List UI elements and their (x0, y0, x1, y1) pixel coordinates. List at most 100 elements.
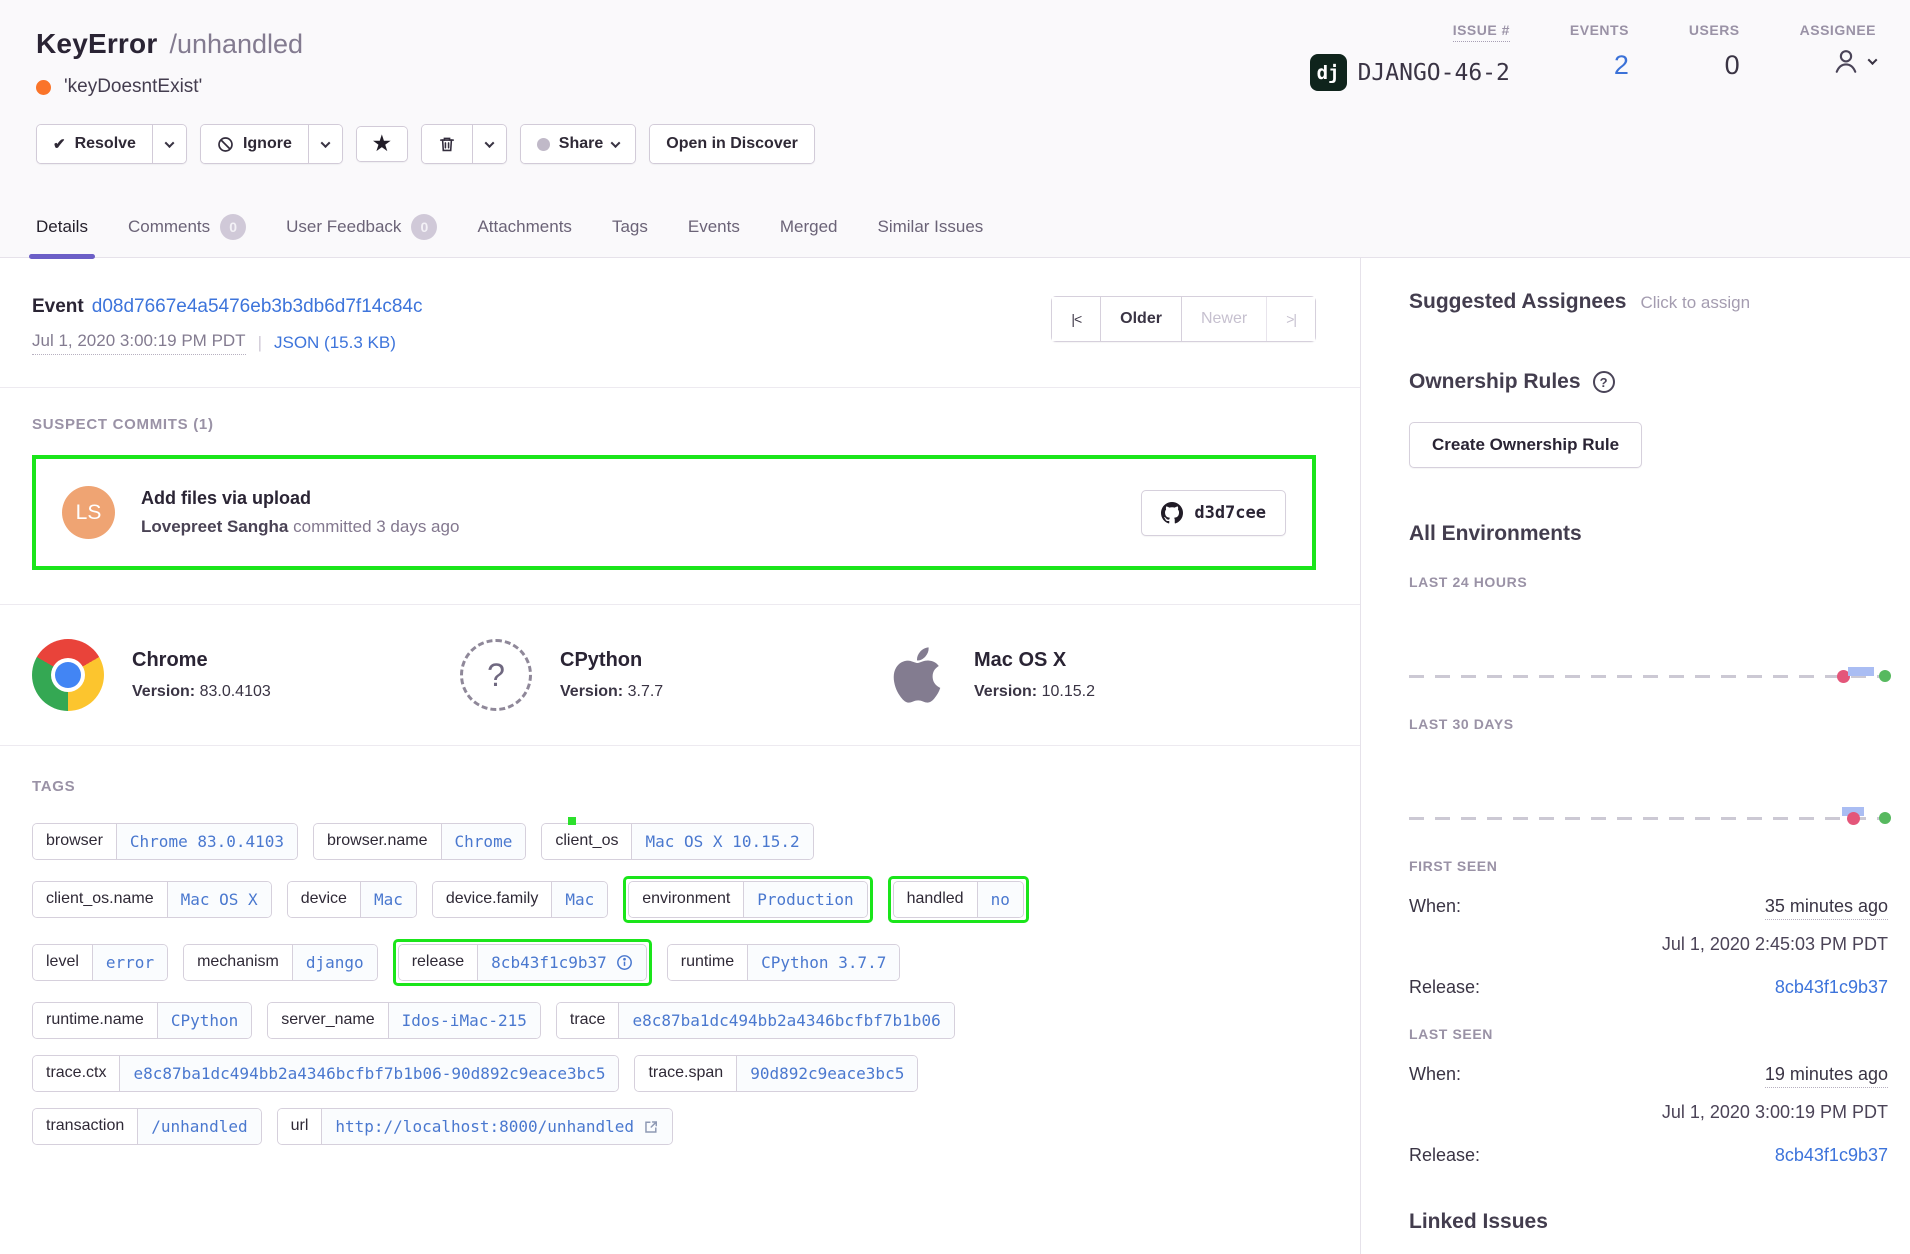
tab-events[interactable]: Events (688, 214, 740, 257)
tag-row: runtime.name CPython server_name Idos-iM… (32, 1002, 1316, 1039)
first-seen-date: Jul 1, 2020 2:45:03 PM PDT (1409, 934, 1888, 955)
last-seen-marker-icon (1879, 812, 1891, 824)
annotation-dot (568, 817, 576, 825)
tag-trace-span[interactable]: trace.span 90d892c9eace3bc5 (634, 1055, 918, 1092)
tab-similar-issues[interactable]: Similar Issues (877, 214, 983, 257)
delete-dropdown-button[interactable] (472, 125, 506, 163)
oldest-event-button[interactable]: |< (1052, 297, 1100, 341)
commit-committed-text: committed 3 days ago (293, 517, 459, 536)
release-label: Release: (1409, 1145, 1480, 1166)
suspect-commit-highlight-box: LS Add files via upload Lovepreet Sangha… (32, 455, 1316, 570)
chevron-down-icon (1868, 55, 1878, 65)
check-icon: ✔ (53, 135, 66, 153)
info-icon[interactable] (616, 954, 633, 971)
event-id-link[interactable]: d08d7667e4a5476eb3b3db6d7f14c84c (92, 296, 423, 317)
discover-button-group: Open in Discover (649, 124, 815, 164)
ignore-button-group: Ignore (200, 124, 343, 164)
resolve-button-group: ✔ Resolve (36, 124, 187, 164)
tag-browser-name[interactable]: browser.name Chrome (313, 823, 526, 860)
tag-row: trace.ctx e8c87ba1dc494bb2a4346bcfbf7b1b… (32, 1055, 1316, 1092)
resolve-dropdown-button[interactable] (152, 125, 186, 163)
share-button[interactable]: Share (521, 125, 635, 163)
tag-mechanism[interactable]: mechanism django (183, 944, 378, 981)
commit-title: Add files via upload (141, 488, 1141, 509)
newest-event-button[interactable]: >| (1266, 297, 1315, 341)
assignee-selector[interactable] (1831, 46, 1876, 76)
ignore-button[interactable]: Ignore (201, 125, 308, 163)
older-event-button[interactable]: Older (1100, 297, 1181, 341)
ignore-dropdown-button[interactable] (308, 125, 342, 163)
chevron-down-icon (611, 138, 621, 148)
issue-short-id-text: DJANGO-46-2 (1358, 60, 1510, 86)
first-seen-marker-icon (1847, 812, 1860, 825)
github-icon (1161, 502, 1183, 524)
django-project-icon: dj (1310, 54, 1347, 91)
tag-url[interactable]: url http://localhost:8000/unhandled (277, 1108, 673, 1145)
tag-client-os-name[interactable]: client_os.name Mac OS X (32, 881, 272, 918)
commit-row[interactable]: LS Add files via upload Lovepreet Sangha… (36, 459, 1312, 566)
tag-row: level error mechanism django release 8cb (32, 939, 1316, 986)
events-label: EVENTS (1570, 22, 1629, 38)
bookmark-star-button[interactable]: ★ (357, 127, 407, 161)
tag-row: transaction /unhandled url http://localh… (32, 1108, 1316, 1145)
tag-trace[interactable]: trace e8c87ba1dc494bb2a4346bcfbf7b1b06 (556, 1002, 955, 1039)
tab-comments[interactable]: Comments 0 (128, 214, 246, 257)
stat-issue-number: ISSUE # dj DJANGO-46-2 (1310, 22, 1510, 91)
events-count[interactable]: 2 (1614, 50, 1629, 81)
last-seen-marker-icon (1879, 670, 1891, 682)
unknown-runtime-icon: ? (460, 639, 532, 711)
tag-browser[interactable]: browser Chrome 83.0.4103 (32, 823, 298, 860)
context-version: Version: 3.7.7 (560, 683, 663, 701)
newer-event-button[interactable]: Newer (1181, 297, 1266, 341)
users-count[interactable]: 0 (1725, 50, 1740, 81)
tag-transaction[interactable]: transaction /unhandled (32, 1108, 262, 1145)
commit-sha-text: d3d7cee (1194, 503, 1266, 523)
tag-level[interactable]: level error (32, 944, 168, 981)
context-name: Chrome (132, 649, 271, 672)
tag-handled[interactable]: handled no (893, 881, 1024, 918)
tag-trace-ctx[interactable]: trace.ctx e8c87ba1dc494bb2a4346bcfbf7b1b… (32, 1055, 619, 1092)
tag-runtime-name[interactable]: runtime.name CPython (32, 1002, 252, 1039)
tag-device-family[interactable]: device.family Mac (432, 881, 608, 918)
open-in-discover-button[interactable]: Open in Discover (650, 125, 814, 163)
create-ownership-rule-button[interactable]: Create Ownership Rule (1409, 422, 1642, 468)
tag-device[interactable]: device Mac (287, 881, 417, 918)
commit-subtitle: Lovepreet Sangha committed 3 days ago (141, 517, 1141, 537)
tag-server-name[interactable]: server_name Idos-iMac-215 (267, 1002, 541, 1039)
user-feedback-count-badge: 0 (411, 214, 437, 240)
tab-merged[interactable]: Merged (780, 214, 838, 257)
event-contexts-section: Chrome Version: 83.0.4103 ? CPython Vers… (0, 605, 1360, 746)
help-icon[interactable]: ? (1593, 371, 1615, 393)
tab-attachments[interactable]: Attachments (477, 214, 572, 257)
resolve-button[interactable]: ✔ Resolve (37, 125, 152, 163)
event-json-link[interactable]: JSON (15.3 KB) (274, 333, 396, 353)
last-24-hours-label: LAST 24 HOURS (1409, 574, 1888, 590)
issue-detail-page: KeyError /unhandled 'keyDoesntExist' ISS… (0, 0, 1910, 1254)
last-seen-relative-time: 19 minutes ago (1765, 1064, 1888, 1088)
delete-button[interactable] (422, 125, 472, 163)
commit-sha-button[interactable]: d3d7cee (1141, 490, 1286, 536)
tab-details[interactable]: Details (36, 214, 88, 257)
tag-release[interactable]: release 8cb43f1c9b37 (398, 944, 647, 981)
issue-number-label: ISSUE # (1453, 22, 1510, 42)
suggested-assignees-title: Suggested Assignees (1409, 290, 1626, 314)
star-icon: ★ (373, 137, 391, 151)
tab-tags[interactable]: Tags (612, 214, 648, 257)
apple-logo-icon (888, 642, 946, 708)
stat-users: USERS 0 (1689, 22, 1740, 91)
tab-user-feedback[interactable]: User Feedback 0 (286, 214, 437, 257)
context-os: Mac OS X Version: 10.15.2 (888, 639, 1316, 711)
tag-runtime[interactable]: runtime CPython 3.7.7 (667, 944, 901, 981)
chevron-down-icon (165, 138, 175, 148)
trash-icon (438, 135, 456, 153)
context-name: CPython (560, 649, 663, 672)
tag-client-os[interactable]: client_os Mac OS X 10.15.2 (541, 823, 813, 860)
tag-environment[interactable]: environment Production (628, 881, 867, 918)
commit-info: Add files via upload Lovepreet Sangha co… (141, 488, 1141, 537)
last-30-days-label: LAST 30 DAYS (1409, 716, 1888, 732)
first-seen-release-link[interactable]: 8cb43f1c9b37 (1775, 977, 1888, 998)
last-seen-date: Jul 1, 2020 3:00:19 PM PDT (1409, 1102, 1888, 1123)
external-link-icon[interactable] (643, 1119, 659, 1135)
event-pagination: |< Older Newer >| (1051, 296, 1316, 342)
last-seen-release-link[interactable]: 8cb43f1c9b37 (1775, 1145, 1888, 1166)
